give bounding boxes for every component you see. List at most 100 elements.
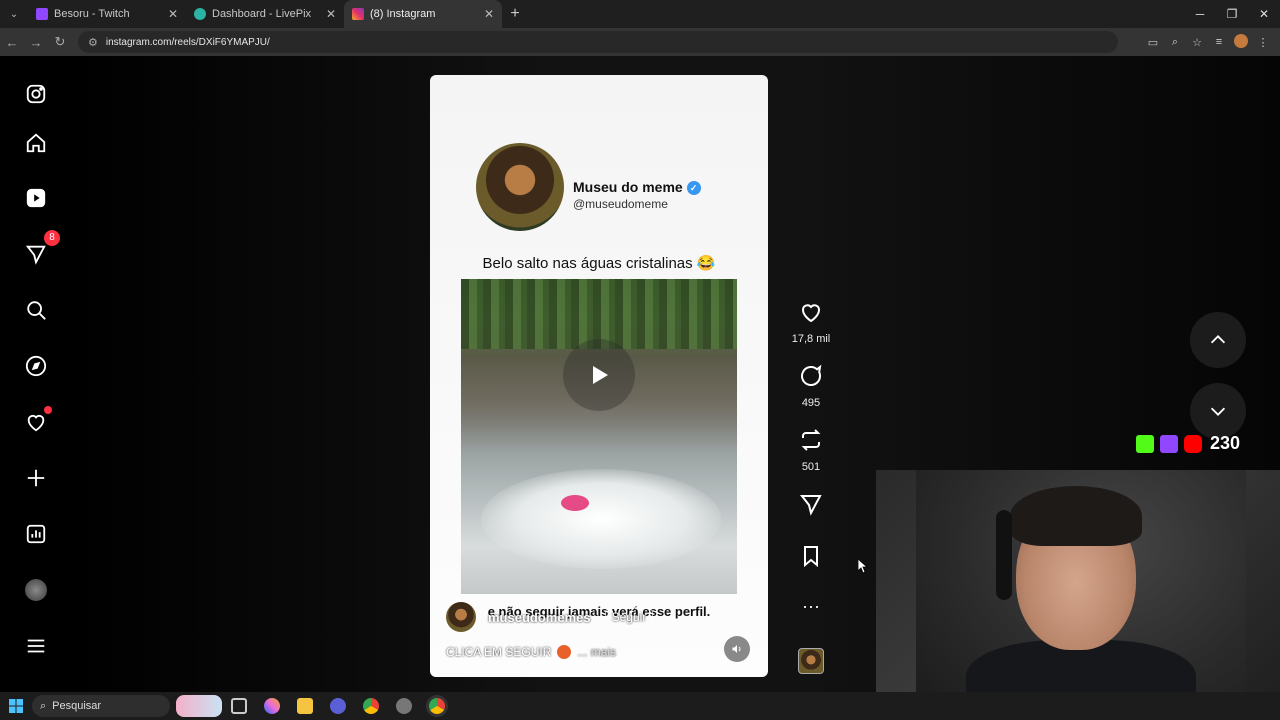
comment-count: 495 <box>801 397 821 409</box>
youtube-icon <box>1184 434 1202 453</box>
repost-action[interactable]: 501 <box>790 428 832 473</box>
chevron-up-icon <box>1210 335 1226 344</box>
kick-icon <box>1136 434 1154 453</box>
minimize-button[interactable]: ─ <box>1184 0 1216 28</box>
taskbar-search-placeholder: Pesquisar <box>52 700 102 712</box>
forward-button[interactable]: → <box>24 35 48 50</box>
like-action[interactable]: 17,8 mil <box>790 300 832 345</box>
close-tab-icon[interactable]: ✕ <box>168 7 178 21</box>
repost-count: 501 <box>801 461 821 473</box>
file-explorer-icon[interactable] <box>288 698 321 714</box>
search-icon[interactable] <box>22 296 50 324</box>
follow-button[interactable]: Seguir <box>604 607 654 627</box>
owner-avatar[interactable] <box>446 602 476 632</box>
address-toolbar: ← → ↻ ⚙ instagram.com/reels/DXiF6YMAPJU/… <box>0 28 1280 56</box>
url-text: instagram.com/reels/DXiF6YMAPJU/ <box>105 36 270 48</box>
account-handle: @museudomeme <box>573 197 668 211</box>
reload-button[interactable]: ↻ <box>48 34 72 50</box>
video-frame[interactable] <box>461 279 737 594</box>
browser-menu-icon[interactable]: ⋮ <box>1252 36 1274 49</box>
swimmer <box>561 495 589 511</box>
create-icon[interactable] <box>22 464 50 492</box>
cast-icon[interactable]: ▭ <box>1142 36 1164 49</box>
zoom-icon[interactable]: ⌕ <box>1164 36 1186 49</box>
close-window-button[interactable]: ✕ <box>1248 0 1280 28</box>
share-action[interactable] <box>790 492 832 521</box>
reel-video-container[interactable]: Museu do meme ✓ @museudomeme Belo salto n… <box>430 75 768 677</box>
more-options-icon[interactable]: ··· <box>790 596 832 617</box>
reel-owner-row: museudomemes Seguir <box>446 602 654 632</box>
tab-title: (8) Instagram <box>370 8 436 20</box>
owner-username[interactable]: museudomemes <box>488 610 591 625</box>
orange-circle-emoji-icon <box>557 645 572 659</box>
site-info-icon[interactable]: ⚙ <box>88 36 98 49</box>
instagram-logo-icon[interactable] <box>22 80 50 108</box>
mouse-cursor-icon <box>858 559 868 573</box>
notification-dot <box>44 406 52 414</box>
reel-title: Belo salto nas águas cristalinas 😂 <box>482 255 716 272</box>
chrome-active-icon[interactable] <box>420 698 453 714</box>
url-field[interactable]: ⚙ instagram.com/reels/DXiF6YMAPJU/ <box>78 31 1118 53</box>
caption-more-link[interactable]: ... mais <box>577 645 616 659</box>
copilot-icon[interactable] <box>255 698 288 714</box>
audio-thumbnail[interactable] <box>798 648 824 674</box>
tab-instagram[interactable]: (8) Instagram ✕ <box>344 0 502 28</box>
repost-icon <box>801 429 821 451</box>
dashboard-icon[interactable] <box>22 520 50 548</box>
search-icon: ⌕ <box>40 699 47 712</box>
chrome-profile-icon[interactable] <box>321 698 354 714</box>
share-icon <box>799 495 822 516</box>
mute-toggle-button[interactable] <box>724 636 750 662</box>
taskbar-search[interactable]: ⌕ Pesquisar <box>32 695 170 717</box>
browser-tab-bar: ⌄ Besoru - Twitch ✕ Dashboard - LivePix … <box>0 0 1280 28</box>
tab-title: Dashboard - LivePix <box>212 8 312 20</box>
twitch-icon <box>1160 434 1178 453</box>
account-name: Museu do meme ✓ <box>573 179 701 196</box>
close-tab-icon[interactable]: ✕ <box>326 7 336 21</box>
more-menu-icon[interactable] <box>22 632 50 660</box>
messages-badge: 8 <box>44 230 60 246</box>
chrome-icon[interactable] <box>354 698 387 714</box>
previous-reel-button[interactable] <box>1190 312 1246 368</box>
bookmark-star-icon[interactable]: ☆ <box>1186 36 1208 49</box>
search-highlight-image[interactable] <box>176 695 222 717</box>
headset <box>996 510 1012 600</box>
tab-search-button[interactable]: ⌄ <box>0 0 28 28</box>
profile-avatar[interactable] <box>1230 33 1252 51</box>
twitch-favicon-icon <box>36 8 48 20</box>
tab-livepix[interactable]: Dashboard - LivePix ✕ <box>186 0 344 28</box>
caption-text: CLICA EM SEGUIR <box>446 645 552 659</box>
windows-start-button[interactable] <box>0 699 32 713</box>
comment-action[interactable]: 495 <box>790 364 832 409</box>
close-tab-icon[interactable]: ✕ <box>484 7 494 21</box>
chrome-dev-icon[interactable] <box>387 698 420 714</box>
water-splash <box>481 469 721 569</box>
back-button[interactable]: ← <box>0 35 24 50</box>
media-controls-icon[interactable]: ≡ <box>1208 36 1230 48</box>
like-count: 17,8 mil <box>791 333 831 345</box>
reels-icon[interactable] <box>22 184 50 212</box>
livepix-favicon-icon <box>194 8 206 20</box>
reel-caption[interactable]: CLICA EM SEGUIR ... mais <box>446 645 616 659</box>
home-icon[interactable] <box>22 129 50 157</box>
explore-icon[interactable] <box>22 352 50 380</box>
messages-icon[interactable]: 8 <box>22 230 60 268</box>
next-reel-button[interactable] <box>1190 383 1246 439</box>
instagram-sidebar: 8 <box>0 56 72 692</box>
webcam-overlay <box>876 470 1280 720</box>
account-profile-picture <box>476 143 564 231</box>
play-button[interactable] <box>563 339 635 411</box>
windows-taskbar: ⌕ Pesquisar <box>0 692 1280 720</box>
profile-avatar[interactable] <box>22 576 50 604</box>
new-tab-button[interactable]: + <box>502 5 528 23</box>
tab-twitch[interactable]: Besoru - Twitch ✕ <box>28 0 186 28</box>
viewer-count: 230 <box>1210 433 1241 453</box>
restore-button[interactable]: ❐ <box>1216 0 1248 28</box>
task-view-icon[interactable] <box>222 698 255 714</box>
heart-icon <box>802 304 820 323</box>
verified-badge-icon: ✓ <box>686 181 701 196</box>
save-action[interactable] <box>790 544 832 573</box>
instagram-favicon-icon <box>352 8 364 20</box>
notifications-icon[interactable] <box>22 406 52 436</box>
account-name-text: Museu do meme <box>573 179 683 195</box>
